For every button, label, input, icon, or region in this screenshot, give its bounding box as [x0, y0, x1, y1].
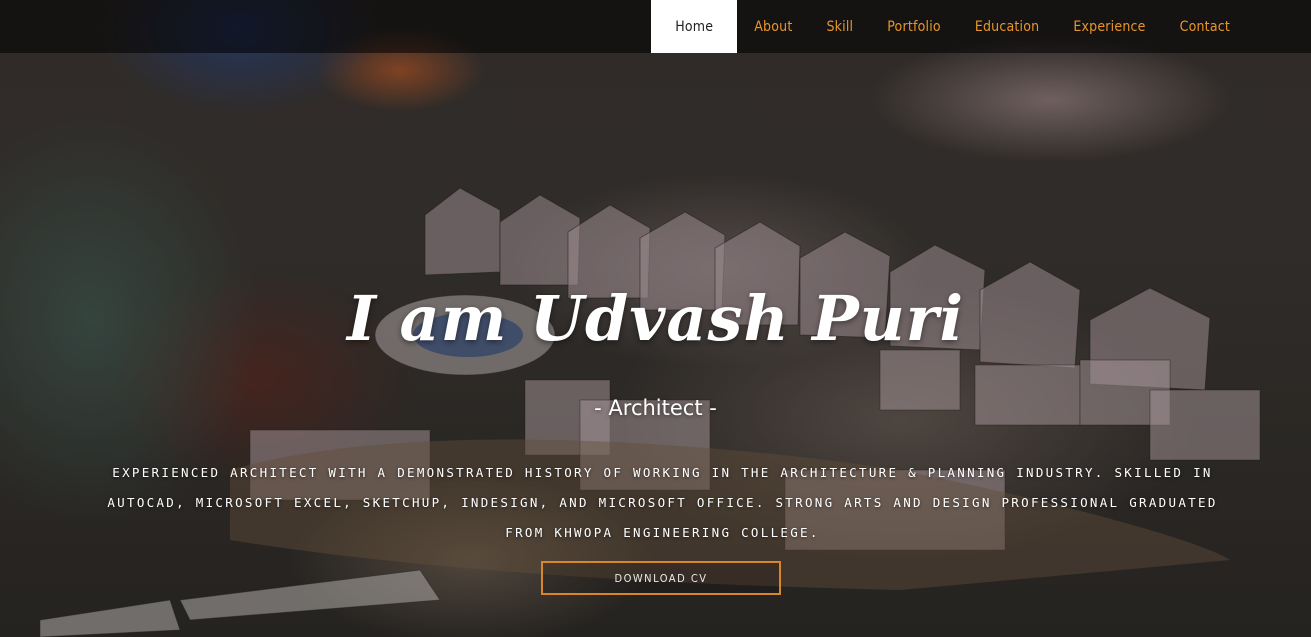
hero-title: I am Udvash Puri [346, 282, 965, 355]
top-navbar: Home About Skill Portfolio Education Exp… [0, 0, 1311, 53]
nav-item-experience[interactable]: Experience [1056, 0, 1162, 53]
hero-subtitle: - Architect - [594, 396, 717, 420]
nav-item-portfolio[interactable]: Portfolio [870, 0, 958, 53]
nav-item-home[interactable]: Home [651, 0, 738, 53]
nav-item-education[interactable]: Education [958, 0, 1057, 53]
nav-item-about[interactable]: About [737, 0, 809, 53]
hero-section: Home About Skill Portfolio Education Exp… [0, 0, 1311, 637]
nav-item-skill[interactable]: Skill [809, 0, 870, 53]
download-cv-button[interactable]: DOWNLOAD CV [541, 561, 781, 595]
nav-item-contact[interactable]: Contact [1163, 0, 1247, 53]
nav-menu: Home About Skill Portfolio Education Exp… [651, 0, 1247, 53]
hero-description: Experienced Architect with a demonstrate… [107, 465, 1218, 540]
